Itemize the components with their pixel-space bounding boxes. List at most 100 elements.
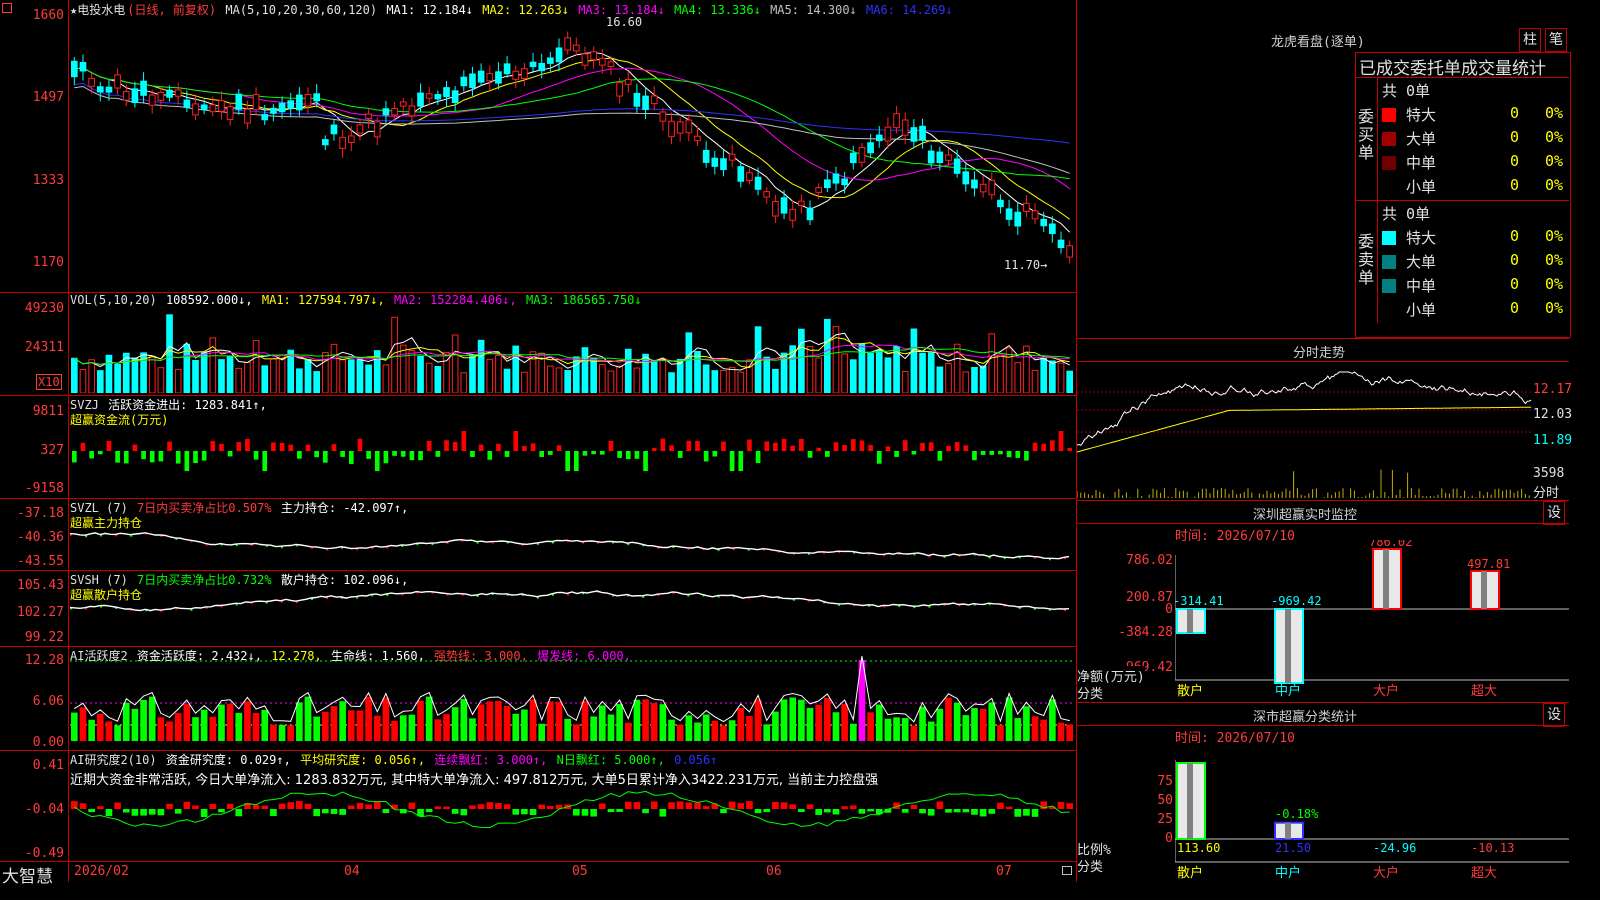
svzj-value: 活跃资金进出: 1283.841↑, [108, 398, 267, 412]
activity-bar [183, 704, 191, 741]
tick-mode-button[interactable]: 笔 [1545, 28, 1567, 52]
order-pct: 0% [1545, 227, 1564, 245]
research-bar [287, 802, 295, 809]
volume-bar [901, 370, 909, 393]
research-bar [166, 803, 173, 809]
candle [529, 61, 537, 68]
volume-panel[interactable]: 49230 24311 X10 VOL(5,10,20) 108592.000↓… [0, 293, 1076, 395]
svsh-tick: 105.43 [17, 578, 64, 593]
activity-bar [131, 708, 139, 741]
fund-bar [1006, 451, 1012, 458]
research-bar [659, 809, 667, 817]
fund-bar [1041, 443, 1047, 451]
candle [676, 121, 684, 134]
candle [979, 183, 987, 193]
research-bar [71, 801, 78, 809]
candle [391, 107, 398, 116]
chart-area[interactable]: 1660 1497 1333 1170 ★电投水电 (日线, 前复权) MA(5,… [0, 0, 1076, 887]
ai1-svg[interactable] [70, 647, 1076, 749]
ai2-comment: 近期大资金非常活跃, 今日大单净流入: 1283.832万元, 其中特大单净流入… [70, 773, 879, 788]
activity-bar [547, 701, 554, 741]
stats-tick: 75 [1157, 774, 1173, 789]
volume-bar [244, 361, 251, 393]
activity-bar [451, 707, 459, 741]
monitor-tick: 786.02 [1126, 553, 1173, 568]
research-bar [79, 803, 87, 809]
candle [633, 92, 641, 107]
ai2-svg[interactable] [70, 787, 1076, 861]
bar-mode-button[interactable]: 柱 [1519, 28, 1541, 52]
fund-bar [816, 447, 821, 451]
volume-svg[interactable] [70, 309, 1074, 393]
candle [1066, 245, 1074, 258]
candle [183, 99, 191, 108]
stats-tick: 50 [1157, 793, 1173, 808]
research-bar [824, 809, 831, 813]
intraday-svg[interactable] [1077, 362, 1533, 500]
research-bar [806, 804, 814, 809]
kline-svg[interactable] [70, 14, 1074, 290]
research-bar [425, 809, 433, 813]
volume-bar [71, 357, 78, 393]
volume-bar [339, 359, 346, 393]
fund-bar [219, 443, 224, 451]
svzl-panel[interactable]: -37.18 -40.36 -43.55 SVZL (7) 7日内买卖净占比0.… [0, 499, 1076, 570]
candle [858, 146, 866, 163]
fund-bar [288, 444, 294, 451]
volume-bar [96, 370, 104, 393]
candle [148, 94, 156, 106]
legend-swatch [1382, 255, 1396, 269]
research-bar [330, 809, 338, 814]
volume-bar [166, 314, 173, 393]
fund-bar [236, 442, 242, 451]
ai-research-panel[interactable]: 0.41 -0.04 -0.49 AI研究度2(10) 资金研究度: 0.029… [0, 751, 1076, 861]
fund-bar [210, 441, 216, 451]
kline-panel[interactable]: 1660 1497 1333 1170 ★电投水电 (日线, 前复权) MA(5,… [0, 0, 1076, 292]
research-bar [356, 802, 364, 809]
fund-bar [357, 438, 363, 451]
activity-bar [979, 708, 987, 741]
research-bar [373, 802, 381, 809]
candle [313, 93, 321, 102]
monitor-settings-button[interactable]: 设 [1543, 501, 1565, 525]
volume-bar [157, 367, 165, 393]
research-bar [122, 809, 130, 813]
svsh-panel[interactable]: 105.43 102.27 99.22 SVSH (7) 7日内买卖净占比0.7… [0, 571, 1076, 646]
stats-svg[interactable]: 113.60 散户 21.50 中户 -24.96 大户 -10.13 超大 -0.18% [1175, 740, 1569, 882]
ai-activity-panel[interactable]: 12.28 6.06 0.00 AI活跃度2 资金活跃度: 2.432↓, 12… [0, 647, 1076, 750]
activity-bar [244, 701, 251, 741]
monitor-svg[interactable]: -314.41 散户 -969.42 中户 786.02 大户 497.81 超大 [1175, 540, 1569, 700]
svsh-svg[interactable] [70, 587, 1074, 645]
candle [607, 61, 615, 67]
fund-bar [850, 439, 856, 451]
activity-bar [789, 697, 797, 741]
order-pct: 0% [1545, 299, 1564, 317]
activity-bar [936, 708, 944, 741]
activity-bar [893, 717, 900, 741]
order-name: 中单 [1406, 154, 1437, 172]
research-bar [1031, 809, 1039, 817]
monitor-tick: -384.28 [1118, 625, 1173, 640]
svzl-svg[interactable] [70, 515, 1074, 569]
activity-bar [477, 704, 485, 741]
fund-bar [461, 431, 467, 451]
candle [711, 157, 719, 167]
candle [901, 119, 909, 136]
stats-settings-button[interactable]: 设 [1543, 703, 1565, 727]
fund-bar [297, 451, 302, 459]
lock-icon[interactable] [1062, 866, 1072, 875]
fund-bar [894, 451, 899, 457]
svzj-svg[interactable] [70, 412, 1074, 496]
candle [945, 154, 952, 161]
svzj-panel[interactable]: 9811 327 -9158 SVZJ 活跃资金进出: 1283.841↑, 超… [0, 396, 1076, 498]
panel-divider [1077, 702, 1569, 703]
x-label: 04 [344, 864, 360, 879]
candle [919, 125, 926, 141]
value-label: 497.81 [1467, 557, 1510, 571]
value-label: 21.50 [1275, 841, 1311, 855]
fund-bar [998, 451, 1003, 455]
candle [581, 53, 589, 66]
fund-bar [738, 451, 744, 471]
fund-bar [686, 440, 692, 451]
volume-bar [503, 368, 511, 393]
